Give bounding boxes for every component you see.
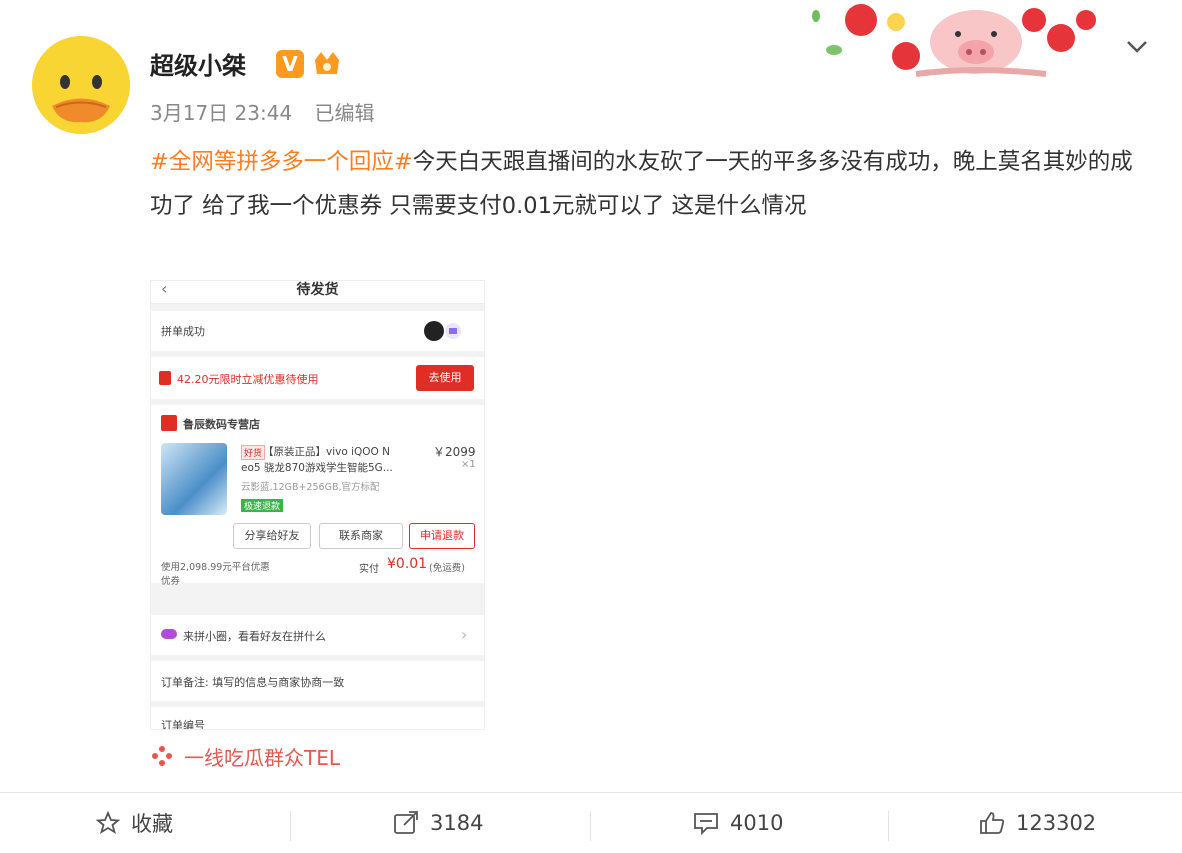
watermark-text: 一线吃瓜群众TEL	[184, 746, 340, 770]
chevron-right-icon: ›	[461, 625, 468, 644]
coupon-text: 42.20元限时立减优惠待使用	[177, 373, 319, 386]
product-name-2: eo5 骁龙870游戏学生智能5G...	[241, 462, 393, 474]
comment-icon	[694, 813, 718, 836]
member-crown-icon[interactable]	[310, 48, 344, 80]
use-coupon-button[interactable]: 去使用	[416, 365, 474, 391]
repost-button[interactable]: 3184	[392, 803, 483, 843]
embedded-screenshot[interactable]: ‹ 待发货 拼单成功 42.20元限时立减优惠待使用 去使用 鲁辰数码专营店 好…	[150, 280, 485, 730]
product-price: ￥2099	[433, 445, 476, 459]
watermark-logo-icon	[152, 746, 172, 766]
product-name-1: 【原装正品】vivo iQOO N	[263, 446, 391, 458]
share-button[interactable]: 分享给好友	[233, 523, 311, 549]
thumbs-up-icon	[980, 812, 1005, 834]
like-button[interactable]: 123302	[978, 803, 1096, 843]
divider	[590, 811, 591, 841]
product-qty: ×1	[461, 459, 476, 470]
group-status-card: 拼单成功	[151, 311, 484, 351]
group-circle-row[interactable]: 来拼小圈，看看好友在拼什么 ›	[151, 615, 484, 655]
group-status: 拼单成功	[161, 325, 205, 338]
product-image[interactable]	[161, 443, 227, 515]
like-count: 123302	[1016, 811, 1097, 835]
coupon-card: 42.20元限时立减优惠待使用 去使用	[151, 357, 484, 399]
product-spec[interactable]: 云影蓝,12GB+256GB,官方标配	[241, 479, 379, 493]
username[interactable]: 超级小桀	[150, 46, 246, 81]
coupon-icon	[159, 371, 171, 385]
order-card: 鲁辰数码专营店 好货 【原装正品】vivo iQOO N eo5 骁龙870游戏…	[151, 405, 484, 587]
paid-note: (免运费)	[429, 563, 465, 574]
pin-circle-icon	[161, 629, 177, 639]
group-circle-text: 来拼小圈，看看好友在拼什么	[183, 630, 326, 643]
order-number-row: 订单编号	[151, 707, 484, 730]
discount-note: 使用2,098.99元平台优惠	[161, 562, 270, 573]
remark-row[interactable]: 订单备注: 填写的信息与商家协商一致	[151, 661, 484, 701]
decorative-pig-banner-icon	[812, 4, 1096, 77]
chevron-down-icon[interactable]	[1122, 32, 1152, 62]
order-number-label: 订单编号	[161, 719, 205, 730]
divider	[290, 811, 291, 841]
comment-count: 4010	[730, 811, 784, 835]
duck-avatar-icon	[32, 36, 130, 134]
shop-icon	[161, 415, 177, 431]
paid-amount: ¥0.01	[387, 556, 428, 572]
weibo-post: 超级小桀 V 3月17日 23:44 已编辑 #全网等拼多多一个回应#今天白天跟…	[0, 0, 1182, 852]
edited-label[interactable]: 已编辑	[315, 101, 375, 125]
hashtag-link[interactable]: #全网等拼多多一个回应#	[150, 149, 413, 175]
action-bar: 收藏 3184 4010 123302	[0, 792, 1182, 853]
favorite-button[interactable]: 收藏	[95, 803, 173, 843]
paid-label: 实付	[359, 564, 379, 575]
product-tag: 好货	[241, 445, 266, 460]
shot-header: ‹ 待发货	[151, 281, 484, 304]
shop-name[interactable]: 鲁辰数码专营店	[183, 416, 260, 432]
post-meta: 3月17日 23:44 已编辑	[150, 97, 391, 126]
divider	[888, 811, 889, 841]
avatar[interactable]	[32, 36, 130, 134]
post-date[interactable]: 3月17日 23:44	[150, 101, 292, 125]
post-content: #全网等拼多多一个回应#今天白天跟直播间的水友砍了一天的平多多没有成功，晚上莫名…	[150, 140, 1140, 228]
fast-refund-tag: 极速退款	[241, 499, 284, 512]
repost-icon	[394, 811, 418, 834]
verified-badge-icon: V	[276, 50, 304, 78]
favorite-label: 收藏	[131, 812, 173, 836]
star-icon	[95, 810, 121, 834]
discount-note-2: 优券	[161, 576, 181, 587]
order-remark: 订单备注: 填写的信息与商家协商一致	[161, 676, 345, 689]
shot-title: 待发货	[296, 282, 339, 298]
repost-count: 3184	[430, 811, 484, 835]
comment-button[interactable]: 4010	[692, 803, 783, 843]
group-avatars-icon	[424, 321, 461, 341]
refund-button[interactable]: 申请退款	[409, 523, 475, 549]
contact-seller-button[interactable]: 联系商家	[319, 523, 403, 549]
